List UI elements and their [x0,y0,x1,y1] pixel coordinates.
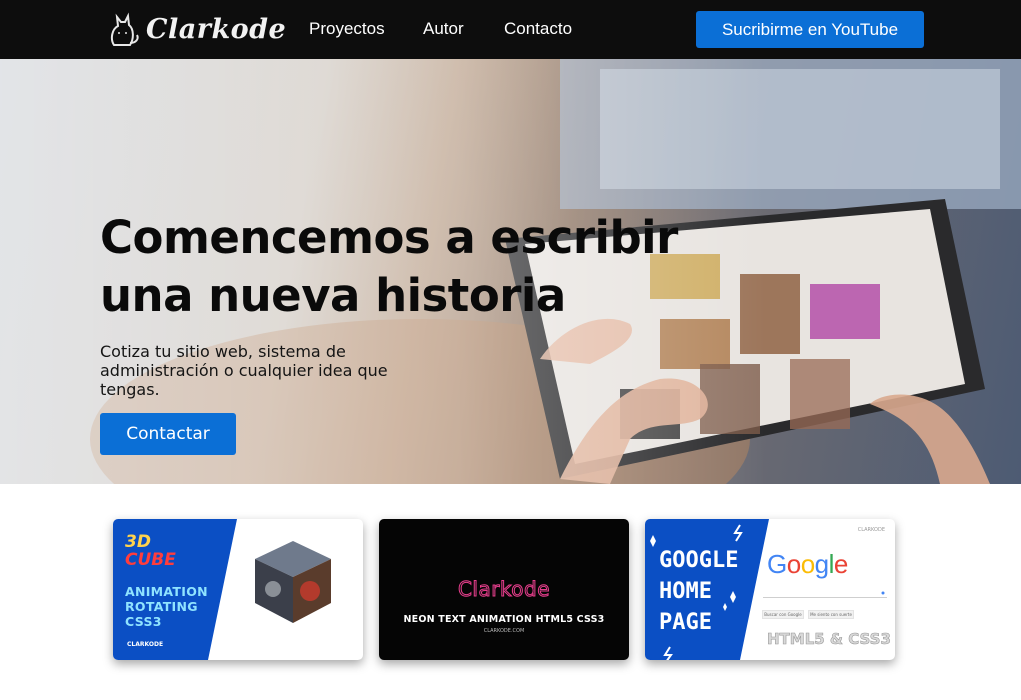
contact-button[interactable]: Contactar [100,413,236,455]
logo-text: Clarkode [146,13,287,45]
card-3d-label: 3D [125,532,151,552]
google-card-corner-brand: CLARKODE [857,527,885,533]
card-animation-label: ANIMATION ROTATING CSS3 [125,584,208,629]
google-letter: o [786,549,801,579]
hero-title-line2: una nueva historia [100,269,566,322]
cat-icon [110,12,139,46]
nav-link-contacto[interactable]: Contacto [504,19,572,39]
google-letter: e [833,549,848,579]
card-cube-label: CUBE [125,550,176,570]
google-search-button-mock: Buscar con Google [762,610,804,619]
google-card-footer: HTML5 & CSS3 [767,630,891,649]
neon-card-title: NEON TEXT ANIMATION HTML5 CSS3 [403,614,605,625]
project-card-neon-text[interactable]: Clarkode NEON TEXT ANIMATION HTML5 CSS3 … [379,519,629,660]
card-footer-brand: CLARKODE [127,641,164,648]
hero-section: Comencemos a escribir una nueva historia… [0,59,1021,484]
hero-title-line1: Comencemos a escribir [100,211,678,264]
project-card-google-home[interactable]: GOOGLE HOME PAGE Google Buscar con Googl… [645,519,895,660]
google-letter: g [814,549,829,579]
youtube-subscribe-button[interactable]: Sucribirme en YouTube [696,11,924,48]
google-letter: o [800,549,815,579]
google-search-input-mock [763,590,887,598]
hero-subtitle: Cotiza tu sitio web, sistema de administ… [100,342,388,399]
neon-card-url: CLARKODE.COM [483,628,525,634]
site-logo[interactable]: Clarkode [106,9,286,49]
google-logo: Google [767,549,848,580]
google-card-title: GOOGLE HOME PAGE [659,548,739,635]
neon-brand-text: Clarkode [457,577,551,602]
google-letter: G [767,549,787,579]
hero-title: Comencemos a escribir una nueva historia [100,209,740,325]
top-navbar: Clarkode Proyectos Autor Contacto Sucrib… [0,0,1021,59]
google-lucky-button-mock: Me siento con suerte [808,610,854,619]
project-card-3d-cube[interactable]: 3D CUBE ANIMATION ROTATING CSS3 CLARKODE [113,519,363,660]
nav-link-autor[interactable]: Autor [423,19,464,39]
nav-link-proyectos[interactable]: Proyectos [309,19,385,39]
